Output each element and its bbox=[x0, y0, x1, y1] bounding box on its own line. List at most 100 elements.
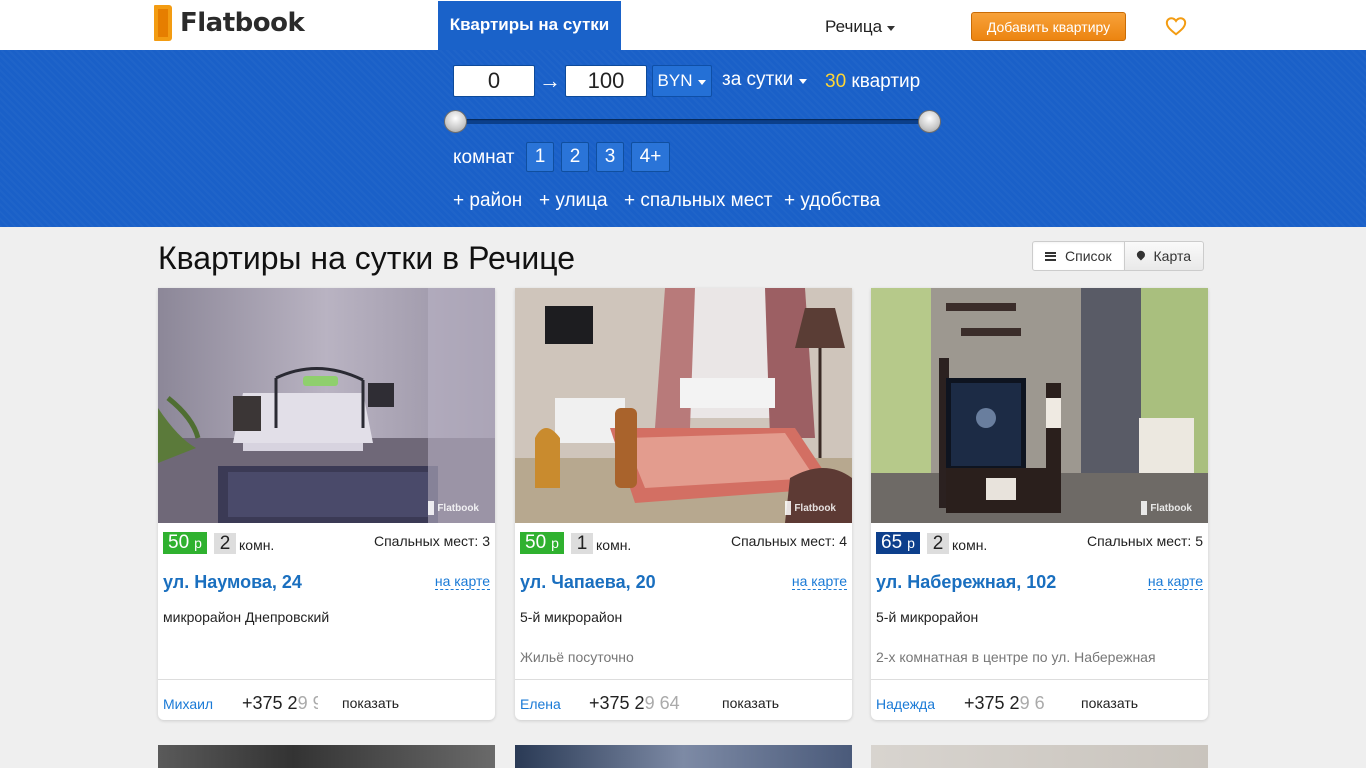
filter-add-street[interactable]: + улица bbox=[539, 190, 608, 212]
listing-card[interactable]: Flatbook 50 р 1 комн. Спальных мест: 4 у… bbox=[515, 288, 852, 720]
rooms-button-3[interactable]: 3 bbox=[596, 142, 624, 172]
city-label: Речица bbox=[825, 17, 883, 36]
rooms-label: комнат bbox=[453, 147, 515, 168]
list-icon bbox=[1045, 251, 1056, 261]
map-pin-icon bbox=[1135, 249, 1147, 261]
filter-add-beds[interactable]: + спальных мест bbox=[624, 190, 772, 212]
rooms-button-2[interactable]: 2 bbox=[561, 142, 589, 172]
listing-district: 5-й микрорайон bbox=[520, 609, 623, 625]
add-apartment-button[interactable]: Добавить квартиру bbox=[971, 12, 1126, 41]
price-slider-max-handle[interactable] bbox=[918, 110, 941, 133]
phone-hidden: 9 6 bbox=[1019, 693, 1045, 713]
listing-card[interactable]: Flatbook 50 р 2 комн. Спальных мест: 3 у… bbox=[158, 288, 495, 720]
page-title: Квартиры на сутки в Речице bbox=[158, 240, 576, 276]
rooms-unit: комн. bbox=[596, 537, 632, 553]
results-count-label: квартир bbox=[851, 71, 921, 92]
listing-district: 5-й микрорайон bbox=[876, 609, 979, 625]
rooms-unit: комн. bbox=[239, 537, 275, 553]
listing-photo[interactable]: Flatbook bbox=[158, 288, 495, 523]
phone-number: +375 29 64 bbox=[589, 693, 687, 714]
price-badge: 65 р bbox=[876, 532, 920, 554]
price-value: 50 bbox=[168, 532, 190, 553]
rooms-count-badge: 2 bbox=[927, 533, 949, 554]
price-from-input[interactable]: 0 bbox=[453, 65, 535, 97]
favorites-heart-icon[interactable] bbox=[1165, 15, 1187, 37]
owner-name[interactable]: Надежда bbox=[876, 696, 935, 712]
period-dropdown[interactable]: за сутки bbox=[722, 69, 808, 91]
phone-visible: +375 2 bbox=[242, 693, 298, 713]
beds-count: Спальных мест: 3 bbox=[373, 533, 490, 549]
rooms-button-4plus[interactable]: 4+ bbox=[631, 142, 670, 172]
logo-text: Flatbook bbox=[180, 8, 305, 38]
card-divider bbox=[515, 679, 852, 680]
listing-description: 2-х комнатная в центре по ул. Набережная bbox=[876, 649, 1156, 665]
watermark: Flatbook bbox=[428, 501, 479, 515]
period-label: за сутки bbox=[722, 69, 794, 90]
caret-down-icon bbox=[887, 25, 896, 31]
filter-add-district[interactable]: + район bbox=[453, 190, 522, 212]
card-divider bbox=[871, 679, 1208, 680]
caret-down-icon bbox=[698, 79, 707, 85]
results-count-number: 30 bbox=[825, 71, 847, 92]
show-on-map-link[interactable]: на карте bbox=[1147, 573, 1203, 590]
rooms-button-1[interactable]: 1 bbox=[526, 142, 554, 172]
top-navbar: Flatbook Квартиры на сутки Речица Добави… bbox=[0, 0, 1366, 50]
caret-down-icon bbox=[799, 78, 808, 84]
price-slider-track[interactable] bbox=[456, 119, 930, 124]
price-unit: р bbox=[551, 535, 559, 551]
show-on-map-link[interactable]: на карте bbox=[434, 573, 490, 590]
listing-photo-next[interactable] bbox=[158, 745, 495, 768]
price-badge: 50 р bbox=[520, 532, 564, 554]
logo[interactable]: Flatbook bbox=[154, 4, 305, 42]
currency-dropdown[interactable]: BYN bbox=[652, 65, 712, 97]
price-unit: р bbox=[907, 535, 915, 551]
view-list-button[interactable]: Список bbox=[1032, 241, 1125, 271]
rooms-count-badge: 2 bbox=[214, 533, 236, 554]
listing-photo-next[interactable] bbox=[515, 745, 852, 768]
owner-name[interactable]: Михаил bbox=[163, 696, 213, 712]
price-to-input[interactable]: 100 bbox=[565, 65, 647, 97]
price-value: 65 bbox=[881, 532, 903, 553]
show-phone-button[interactable]: показать bbox=[342, 695, 399, 711]
show-phone-button[interactable]: показать bbox=[1081, 695, 1138, 711]
listing-description: Жильё посуточно bbox=[520, 649, 634, 665]
listing-photo[interactable]: Flatbook bbox=[871, 288, 1208, 523]
phone-visible: +375 2 bbox=[589, 693, 645, 713]
door-logo-icon bbox=[154, 5, 172, 41]
listing-photo-next[interactable] bbox=[871, 745, 1208, 768]
rooms-count-badge: 1 bbox=[571, 533, 593, 554]
nav-tab-apartments[interactable]: Квартиры на сутки bbox=[438, 1, 621, 50]
view-toggle: Список Карта bbox=[1032, 241, 1204, 271]
price-slider-min-handle[interactable] bbox=[444, 110, 467, 133]
phone-number: +375 29 6 bbox=[964, 693, 1050, 714]
listing-address[interactable]: ул. Чапаева, 20 bbox=[520, 572, 656, 593]
card-divider bbox=[158, 679, 495, 680]
listing-photo[interactable]: Flatbook bbox=[515, 288, 852, 523]
owner-name[interactable]: Елена bbox=[520, 696, 561, 712]
rooms-unit: комн. bbox=[952, 537, 988, 553]
phone-visible: +375 2 bbox=[964, 693, 1020, 713]
phone-hidden: 9 64 bbox=[644, 693, 680, 713]
price-value: 50 bbox=[525, 532, 547, 553]
currency-label: BYN bbox=[657, 71, 693, 90]
listing-card[interactable]: Flatbook 65 р 2 комн. Спальных мест: 5 у… bbox=[871, 288, 1208, 720]
range-arrow: → bbox=[539, 68, 561, 93]
show-phone-button[interactable]: показать bbox=[722, 695, 779, 711]
listing-district: микрорайон Днепровский bbox=[163, 609, 330, 625]
listing-address[interactable]: ул. Наумова, 24 bbox=[163, 572, 302, 593]
view-map-button[interactable]: Карта bbox=[1125, 241, 1204, 271]
phone-hidden: 9 9 bbox=[297, 693, 318, 713]
beds-count: Спальных мест: 4 bbox=[730, 533, 847, 549]
beds-count: Спальных мест: 5 bbox=[1086, 533, 1203, 549]
watermark: Flatbook bbox=[1141, 501, 1192, 515]
watermark: Flatbook bbox=[785, 501, 836, 515]
results-count: 30 квартир bbox=[825, 71, 920, 93]
show-on-map-link[interactable]: на карте bbox=[791, 573, 847, 590]
price-badge: 50 р bbox=[163, 532, 207, 554]
price-unit: р bbox=[194, 535, 202, 551]
city-selector[interactable]: Речица bbox=[825, 17, 896, 37]
filter-add-amenities[interactable]: + удобства bbox=[784, 190, 880, 212]
view-map-label: Карта bbox=[1153, 248, 1191, 264]
listing-address[interactable]: ул. Набережная, 102 bbox=[876, 572, 1056, 593]
view-list-label: Список bbox=[1065, 248, 1112, 264]
